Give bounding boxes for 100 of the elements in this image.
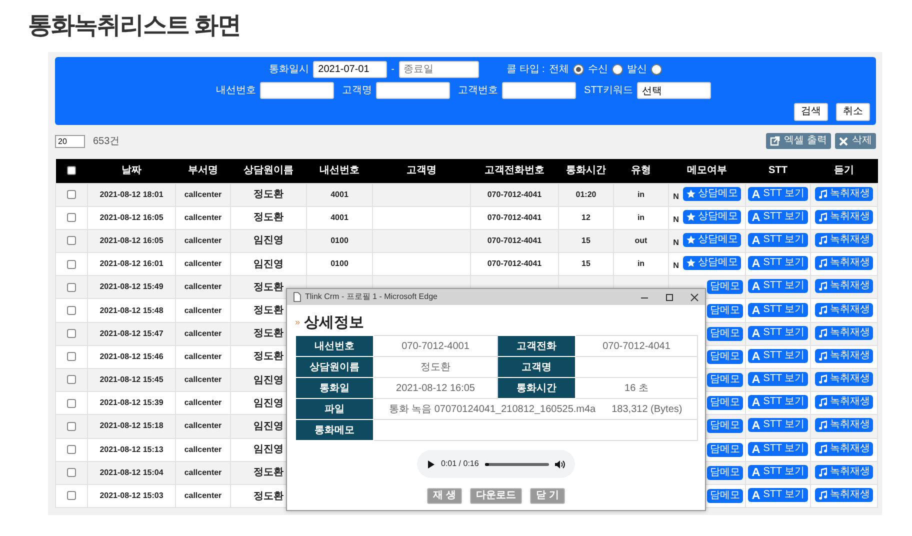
delete-button[interactable]: 삭제 bbox=[835, 133, 876, 149]
table-cell: callcenter bbox=[184, 352, 222, 361]
star-button[interactable]: 상담메모 bbox=[682, 186, 741, 201]
table-cell: 070-7012-4041 bbox=[487, 190, 542, 199]
table-cell: out bbox=[634, 236, 648, 245]
letter-a-button[interactable]: STT 보기 bbox=[748, 186, 808, 201]
popup-button[interactable]: 재 생 bbox=[427, 488, 462, 504]
excel-button[interactable]: 엑셀 출력 bbox=[766, 133, 831, 149]
table-cell: 정도환 bbox=[254, 490, 284, 502]
detail-label: 내선번호 bbox=[296, 336, 374, 356]
star-button[interactable]: 상담메모 bbox=[682, 210, 741, 224]
letter-a-button[interactable]: STT 보기 bbox=[748, 326, 808, 340]
detail-value: 070-7012-4041 bbox=[602, 340, 670, 352]
music-note-button[interactable]: 녹취재생 bbox=[815, 279, 873, 294]
text-field[interactable]: 선택 bbox=[636, 82, 711, 99]
detail-value: 070-7012-4001 bbox=[402, 340, 470, 352]
music-note-button[interactable]: 녹취재생 bbox=[815, 442, 873, 456]
table-cell: 2021-08-12 16:01 bbox=[100, 259, 164, 268]
detail-label: 통화시간 bbox=[498, 378, 576, 398]
memo-button[interactable]: 담메모 bbox=[707, 419, 743, 434]
music-note-button[interactable]: 녹취재생 bbox=[815, 326, 873, 340]
letter-a-button[interactable]: STT 보기 bbox=[748, 488, 808, 502]
table-cell: 4001 bbox=[330, 190, 348, 199]
letter-a-button[interactable]: STT 보기 bbox=[748, 418, 808, 432]
star-button[interactable]: 상담메모 bbox=[682, 232, 741, 247]
dash-label: - bbox=[391, 63, 394, 77]
letter-a-button[interactable]: STT 보기 bbox=[748, 464, 808, 479]
letter-a-button[interactable]: STT 보기 bbox=[748, 302, 808, 317]
letter-a-button[interactable]: STT 보기 bbox=[748, 256, 808, 270]
letter-a-button[interactable]: STT 보기 bbox=[748, 442, 808, 456]
start-date-field[interactable]: 2021-07-01 bbox=[313, 61, 388, 78]
table-cell: 2021-08-12 15:48 bbox=[100, 306, 164, 315]
table-cell: 임진영 bbox=[254, 235, 284, 246]
end-date-field[interactable]: 종료일 bbox=[398, 61, 478, 78]
page-size-field[interactable]: 20 bbox=[55, 134, 85, 148]
memo-button[interactable]: 담메모 bbox=[707, 489, 743, 504]
heading-mark: » bbox=[295, 316, 300, 330]
table-cell: callcenter bbox=[184, 398, 222, 408]
file-size: 183,312 (Bytes) bbox=[612, 404, 682, 414]
table-cell: 12 bbox=[582, 212, 590, 222]
letter-a-button[interactable]: STT 보기 bbox=[748, 279, 808, 294]
memo-button[interactable]: 담메모 bbox=[707, 466, 743, 480]
music-note-button[interactable]: 녹취재생 bbox=[815, 464, 873, 479]
memo-button[interactable]: 담메모 bbox=[707, 396, 743, 410]
window-title: Tlink Crm - 프로필 1 - Microsoft Edge bbox=[305, 291, 438, 303]
memo-button[interactable]: 담메모 bbox=[707, 304, 743, 318]
memo-status-text: N bbox=[673, 261, 679, 270]
table-cell: 정도환 bbox=[254, 351, 284, 362]
table-cell: 2021-08-12 15:39 bbox=[100, 398, 164, 408]
detail-label: 상담원이름 bbox=[296, 356, 374, 378]
popup-button[interactable]: 닫 기 bbox=[530, 488, 565, 504]
table-cell: 2021-08-12 15:47 bbox=[100, 328, 164, 338]
table-cell: 0100 bbox=[330, 259, 348, 268]
letter-a-button[interactable]: STT 보기 bbox=[748, 232, 808, 247]
music-note-button[interactable]: 녹취재생 bbox=[815, 232, 873, 247]
table-cell: callcenter bbox=[184, 468, 222, 477]
music-note-button[interactable]: 녹취재생 bbox=[815, 186, 873, 201]
music-note-button[interactable]: 녹취재생 bbox=[815, 372, 873, 386]
music-note-button[interactable]: 녹취재생 bbox=[815, 210, 873, 224]
letter-a-button[interactable]: STT 보기 bbox=[748, 348, 808, 363]
memo-button[interactable]: 담메모 bbox=[707, 326, 743, 341]
table-cell: in bbox=[637, 259, 645, 268]
table-cell: 4001 bbox=[330, 212, 348, 222]
detail-label: 파일 bbox=[296, 398, 374, 420]
table-cell: 2021-08-12 15:49 bbox=[100, 282, 164, 292]
column-header: 날짜 bbox=[88, 159, 176, 183]
music-note-button[interactable]: 녹취재생 bbox=[815, 488, 873, 502]
table-cell: 070-7012-4041 bbox=[487, 259, 542, 268]
letter-a-button[interactable]: STT 보기 bbox=[748, 372, 808, 386]
column-header: 메모여부 bbox=[668, 159, 746, 183]
column-header: 듣기 bbox=[810, 159, 878, 183]
page-title: 통화녹취리스트 화면 bbox=[28, 11, 242, 41]
table-cell: 2021-08-12 15:18 bbox=[100, 421, 164, 430]
search-panel-button[interactable]: 취소 bbox=[836, 103, 870, 121]
memo-button[interactable]: 담메모 bbox=[707, 280, 743, 294]
letter-a-button[interactable]: STT 보기 bbox=[748, 210, 808, 224]
memo-button[interactable]: 담메모 bbox=[707, 373, 743, 388]
detail-value: 정도환 bbox=[420, 362, 450, 372]
column-header: 상담원이름 bbox=[230, 159, 306, 183]
memo-status-text: N bbox=[673, 192, 679, 201]
table-cell: callcenter bbox=[184, 212, 222, 222]
column-header: 통화시간 bbox=[558, 159, 614, 183]
column-header: 유형 bbox=[614, 159, 668, 183]
letter-a-button[interactable]: STT 보기 bbox=[748, 395, 808, 410]
music-note-button[interactable]: 녹취재생 bbox=[815, 348, 873, 363]
music-note-button[interactable]: 녹취재생 bbox=[815, 256, 873, 270]
call-type-label: 콜 타입 : bbox=[506, 63, 545, 77]
music-note-button[interactable]: 녹취재생 bbox=[815, 395, 873, 410]
popup-button[interactable]: 다운로드 bbox=[470, 488, 522, 504]
table-cell: 2021-08-12 15:46 bbox=[100, 352, 164, 361]
star-button[interactable]: 상담메모 bbox=[682, 256, 741, 270]
memo-button[interactable]: 담메모 bbox=[707, 350, 743, 364]
memo-status-text: N bbox=[673, 238, 679, 247]
table-cell: callcenter bbox=[184, 491, 222, 500]
music-note-button[interactable]: 녹취재생 bbox=[815, 302, 873, 317]
radio-label: 발신 bbox=[626, 63, 647, 77]
search-panel-button[interactable]: 검색 bbox=[794, 103, 828, 121]
table-cell: 정도환 bbox=[254, 467, 284, 478]
music-note-button[interactable]: 녹취재생 bbox=[815, 418, 873, 432]
memo-button[interactable]: 담메모 bbox=[707, 442, 743, 457]
